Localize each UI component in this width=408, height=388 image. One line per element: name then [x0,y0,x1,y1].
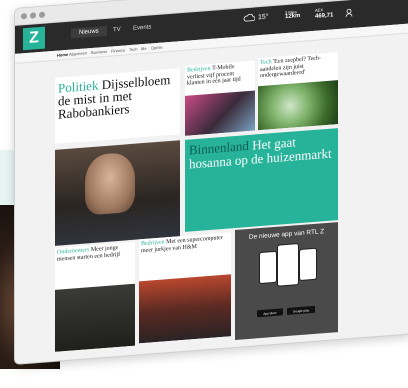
subnav-me[interactable]: Me [141,46,147,51]
lightbulb-image [55,283,135,352]
article-card-ondernemers[interactable]: Ondernemers Meer jonge mensen starten ee… [55,241,135,352]
aex-value: 469,71 [315,12,334,20]
google-play-button[interactable]: Google play [287,305,315,315]
promo-app[interactable]: De nieuwe app van RTL Z App Store Google… [235,222,338,340]
subnav-business[interactable]: Business [91,49,107,55]
browser-mockup: Z Nieuws TV Events 15° 3 Files 12km AEX … [14,0,408,388]
subnav-opinie[interactable]: Opinie [151,45,163,51]
browser-window: Z Nieuws TV Events 15° 3 Files 12km AEX … [14,0,408,365]
tab-events[interactable]: Events [133,24,151,31]
subnav-finance[interactable]: Finance [111,47,125,53]
tmobile-image [185,90,255,136]
window-maximize-dot[interactable] [39,11,45,19]
article-card-tech[interactable]: Tech 'Een zeepbel? Tech-aandelen zijn ju… [258,52,338,131]
files-value: 12km [285,12,301,21]
article-card-photo[interactable] [55,140,180,246]
phone-mockup [299,247,317,282]
dijsselbloem-photo [85,151,135,216]
aex-widget[interactable]: AEX 469,71 [315,6,334,20]
subnav-home[interactable]: Home [57,52,68,58]
user-icon[interactable] [345,8,353,20]
window-minimize-dot[interactable] [30,12,36,19]
tab-tv[interactable]: TV [113,27,121,34]
subnav-algemeen[interactable]: Algemeen [69,50,87,56]
article-card-tmobile[interactable]: Bedrijven T-Mobile verliest vijf procent… [185,60,255,136]
article-card-binnenland[interactable]: Binnenland Het gaat hosanna op de huizen… [185,128,338,232]
weather-widget[interactable]: 15° [243,12,269,22]
article-card-politiek[interactable]: Politiek Dijsselbloem de mist in met Rab… [55,68,180,144]
phone-mockup [277,243,299,287]
rtlz-logo[interactable]: Z [23,26,45,51]
temperature-value: 15° [258,12,269,21]
cloud-icon [243,13,255,22]
article-card-hm[interactable]: Bedrijven Met een supercomputer meer jur… [139,232,231,344]
subnav-tech[interactable]: Tech [129,47,137,53]
phone-mockup [259,250,277,285]
tab-nieuws[interactable]: Nieuws [71,25,107,39]
bubble-image [258,80,338,131]
store-crowd-image [139,274,231,344]
window-close-dot[interactable] [21,12,27,20]
traffic-widget[interactable]: 3 Files 12km [285,9,300,20]
app-store-button[interactable]: App Store [257,308,283,318]
